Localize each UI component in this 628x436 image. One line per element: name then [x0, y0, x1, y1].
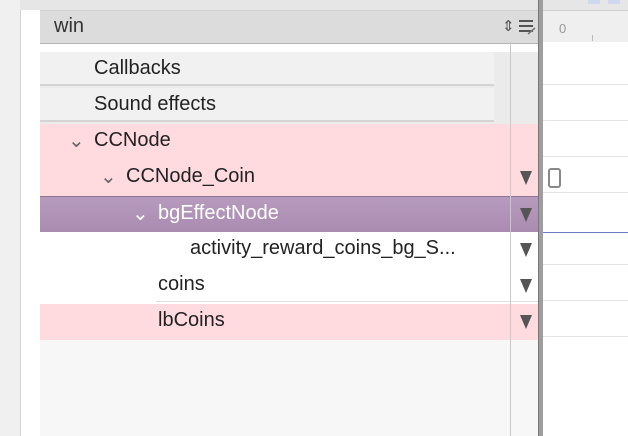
chevron-down-icon[interactable]: ⌄ — [132, 201, 149, 226]
tree-node-ccnode-coin[interactable]: ⌄ CCNode_Coin — [40, 160, 540, 196]
tree-node-bgeffectnode[interactable]: ⌄ bgEffectNode — [40, 196, 540, 234]
timeline-tick — [592, 35, 593, 41]
column-divider[interactable] — [510, 42, 511, 436]
timeline-playhead[interactable] — [538, 0, 543, 436]
tree-node-activity-reward[interactable]: activity_reward_coins_bg_S... — [40, 232, 540, 268]
node-label: bgEffectNode — [158, 202, 279, 224]
timeline-row-line — [541, 156, 628, 157]
node-label: CCNode — [94, 129, 171, 151]
tree-node-coins[interactable]: coins — [40, 268, 540, 304]
timeline-body[interactable] — [541, 42, 628, 436]
node-label: CCNode_Coin — [126, 165, 255, 187]
tree-node-lbcoins[interactable]: lbCoins — [40, 304, 540, 340]
document-header[interactable]: win ⇕ — [40, 10, 540, 44]
timeline-ruler[interactable]: 0 — [541, 10, 628, 44]
timeline-row-line — [541, 336, 628, 337]
timeline-row-line — [541, 264, 628, 265]
top-strip — [20, 0, 628, 10]
node-label: lbCoins — [158, 309, 225, 331]
node-label: activity_reward_coins_bg_S... — [190, 237, 456, 259]
list-menu-icon[interactable] — [516, 17, 536, 37]
dropdown-triangle-icon[interactable] — [520, 243, 532, 257]
keyframe-marker[interactable] — [548, 168, 561, 188]
section-sound-effects[interactable]: Sound effects — [40, 88, 540, 124]
timeline-row-line — [541, 300, 628, 301]
tree-node-ccnode[interactable]: ⌄ CCNode — [40, 124, 540, 160]
timeline-row-line — [541, 192, 628, 193]
section-callbacks[interactable]: Callbacks — [40, 52, 540, 88]
chevron-down-icon[interactable]: ⌄ — [68, 128, 85, 153]
section-label: Sound effects — [94, 93, 216, 115]
sort-icon[interactable]: ⇕ — [502, 17, 515, 35]
timeline-row-line — [541, 84, 628, 85]
empty-area — [40, 338, 540, 436]
node-label: coins — [158, 273, 205, 295]
dropdown-triangle-icon[interactable] — [520, 208, 532, 222]
selected-row-timeline — [541, 198, 628, 233]
document-title: win — [54, 15, 85, 37]
top-accent — [588, 0, 600, 4]
row-divider — [156, 301, 540, 302]
section-label: Callbacks — [94, 57, 181, 79]
dropdown-triangle-icon[interactable] — [520, 315, 532, 329]
left-gutter — [0, 0, 20, 436]
dropdown-triangle-icon[interactable] — [520, 171, 532, 185]
timeline-zero-label: 0 — [559, 21, 567, 36]
dropdown-triangle-icon[interactable] — [520, 279, 532, 293]
top-accent-2 — [608, 0, 620, 4]
timeline-row-line — [541, 120, 628, 121]
chevron-down-icon[interactable]: ⌄ — [100, 164, 117, 189]
